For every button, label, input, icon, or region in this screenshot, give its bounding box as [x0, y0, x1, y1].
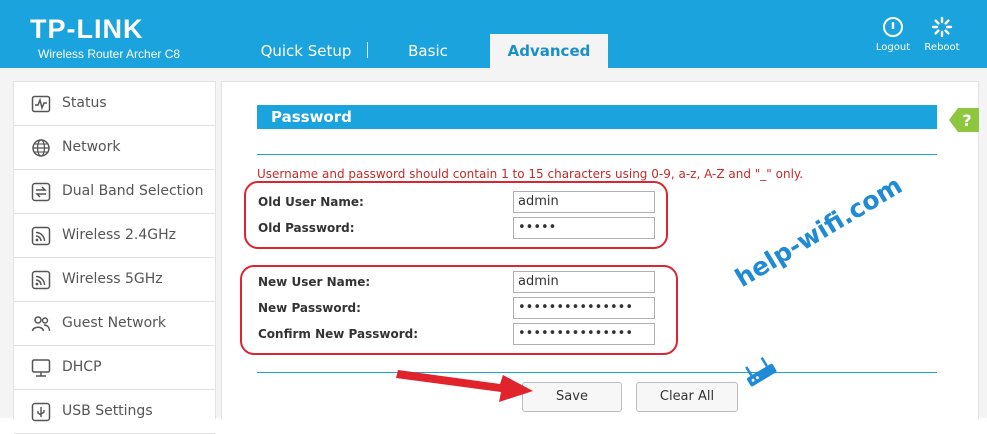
router-watermark-icon	[745, 356, 777, 387]
